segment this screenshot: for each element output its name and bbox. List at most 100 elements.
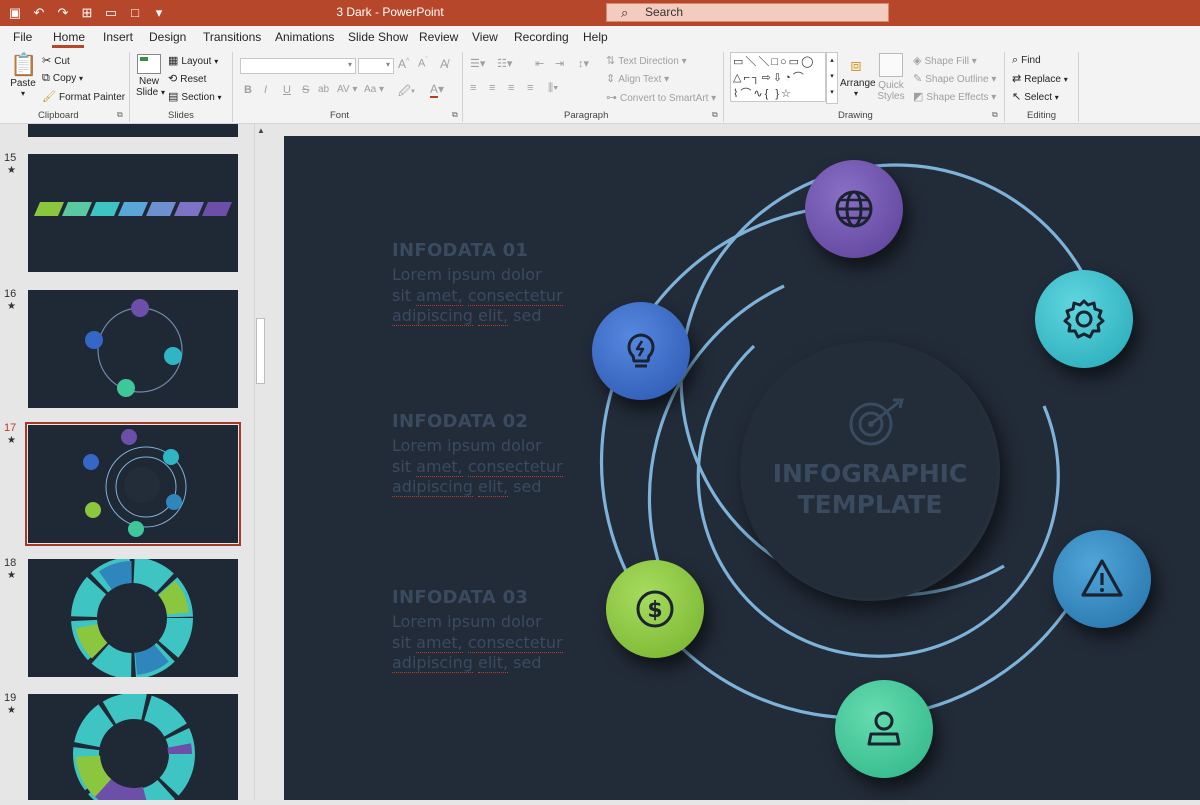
quick-styles-button[interactable]: Quick Styles <box>876 52 906 102</box>
copy-icon: ⧉ <box>42 72 50 84</box>
select-button[interactable]: ↖ Select ▾ <box>1012 90 1059 103</box>
node-globe[interactable] <box>805 160 903 258</box>
align-right-icon[interactable]: ≡ <box>508 82 514 94</box>
clear-format-icon[interactable]: A̸ <box>440 57 448 71</box>
node-dollar[interactable]: $ <box>606 560 704 658</box>
slide-thumbnail[interactable] <box>28 124 238 137</box>
align-text-icon: ⇕ <box>606 73 616 85</box>
align-text-button[interactable]: ⇕ Align Text ▾ <box>606 72 669 85</box>
arrange-icon: ⧈ <box>850 55 862 75</box>
tab-review[interactable]: Review <box>419 30 458 44</box>
tab-recording[interactable]: Recording <box>514 30 569 44</box>
convert-smartart-button[interactable]: ⊶ Convert to SmartArt ▾ <box>606 91 716 104</box>
new-slide-icon <box>137 54 161 74</box>
text-direction-button[interactable]: ⇅ Text Direction ▾ <box>606 54 687 67</box>
svg-text:$: $ <box>647 598 662 623</box>
animation-star-icon: ★ <box>7 570 16 581</box>
node-warning[interactable] <box>1053 530 1151 628</box>
dialog-launcher-icon[interactable]: ⧉ <box>117 110 123 120</box>
justify-icon[interactable]: ≡ <box>527 82 533 94</box>
highlight-icon[interactable]: 🖉▾ <box>398 82 415 103</box>
align-center-icon[interactable]: ≡ <box>489 82 495 94</box>
shapes-gallery[interactable]: ▭＼＼□○▭◯ △⌐┐⇨⇩◔⌒ ⌇⌒∿{ }☆ <box>730 52 826 102</box>
bullets-icon[interactable]: ☰▾ <box>470 57 485 70</box>
reset-icon: ⟲ <box>168 73 178 85</box>
editing-group-label: Editing <box>1027 110 1057 121</box>
node-gear[interactable] <box>1035 270 1133 368</box>
decrease-indent-icon[interactable]: ⇤ <box>535 57 544 70</box>
shrink-font-icon[interactable]: Aˇ <box>418 57 428 70</box>
globe-icon <box>835 190 873 228</box>
copy-button[interactable]: ⧉ Copy ▾ <box>42 72 83 85</box>
tab-file[interactable]: File <box>13 30 32 44</box>
tab-animations[interactable]: Animations <box>275 30 334 44</box>
dialog-launcher-icon[interactable]: ⧉ <box>992 110 998 120</box>
shapes-scroll[interactable]: ▴ ▾ ▾ <box>826 52 838 104</box>
search-box[interactable]: ⌕ Search <box>606 3 889 22</box>
brush-icon: 🖌 <box>42 91 56 103</box>
slide-thumbnail-17[interactable] <box>28 425 238 543</box>
grow-font-icon[interactable]: A^ <box>398 57 409 71</box>
tab-design[interactable]: Design <box>149 30 186 44</box>
slide-thumbnail-18[interactable] <box>28 557 238 679</box>
layout-button[interactable]: ▦ Layout ▾ <box>168 54 218 67</box>
find-button[interactable]: ⌕ Find <box>1012 54 1041 67</box>
tab-insert[interactable]: Insert <box>103 30 133 44</box>
strikethrough-button[interactable]: S <box>302 84 309 96</box>
reset-button[interactable]: ⟲ Reset <box>168 72 206 85</box>
paragraph-group-label: Paragraph <box>564 110 609 121</box>
numbering-icon[interactable]: ☷▾ <box>497 57 512 70</box>
scroll-up-icon[interactable]: ▲ <box>257 126 265 135</box>
thumbnail-scrollbar[interactable]: ▲ <box>254 124 269 800</box>
slide-number: 16 <box>4 288 17 300</box>
tab-view[interactable]: View <box>472 30 498 44</box>
section-icon: ▤ <box>168 91 179 103</box>
char-spacing-icon[interactable]: AV ▾ <box>337 84 357 95</box>
paste-button[interactable]: 📋 Paste ▾ <box>10 52 37 98</box>
shape-outline-button[interactable]: ✎ Shape Outline ▾ <box>913 72 996 85</box>
cut-button[interactable]: ✂ Cut <box>42 54 70 67</box>
animation-star-icon: ★ <box>7 435 16 446</box>
underline-button[interactable]: U <box>283 84 291 96</box>
format-painter-button[interactable]: 🖌 Format Painter <box>42 90 125 103</box>
replace-button[interactable]: ⇄ Replace ▾ <box>1012 72 1068 85</box>
slide-thumbnail-15[interactable] <box>28 154 238 272</box>
tab-help[interactable]: Help <box>583 30 608 44</box>
new-slide-button[interactable]: New Slide ▾ <box>136 52 165 98</box>
increase-indent-icon[interactable]: ⇥ <box>555 57 564 70</box>
align-left-icon[interactable]: ≡ <box>470 82 476 94</box>
bold-button[interactable]: B <box>244 84 252 96</box>
font-name-combo[interactable]: ▾ <box>240 58 356 74</box>
tab-transitions[interactable]: Transitions <box>203 30 261 44</box>
node-lightbulb[interactable] <box>592 302 690 400</box>
shape-fill-button[interactable]: ◈ Shape Fill ▾ <box>913 54 977 67</box>
columns-icon[interactable]: ⫼▾ <box>548 82 558 95</box>
slide-thumbnail-16[interactable] <box>28 290 238 408</box>
scissors-icon: ✂ <box>42 55 52 67</box>
shape-effects-button[interactable]: ◩ Shape Effects ▾ <box>913 90 996 103</box>
text-shadow-icon[interactable]: ab <box>318 84 329 95</box>
node-user[interactable] <box>835 680 933 778</box>
tab-home[interactable]: Home <box>53 30 85 44</box>
clipboard-group-label: Clipboard <box>38 110 79 121</box>
section-button[interactable]: ▤ Section ▾ <box>168 90 222 103</box>
tab-slide-show[interactable]: Slide Show <box>348 30 408 44</box>
slide-thumbnail-19[interactable] <box>28 693 238 805</box>
change-case-button[interactable]: Aa ▾ <box>364 84 384 95</box>
line-spacing-icon[interactable]: ↕▾ <box>578 57 589 70</box>
dollar-icon: $ <box>636 590 674 628</box>
drawing-group-label: Drawing <box>838 110 873 121</box>
search-icon: ⌕ <box>1012 54 1019 66</box>
slide-canvas[interactable]: INFODATA 01 Lorem ipsum dolor sit amet, … <box>284 136 1200 800</box>
font-color-icon[interactable]: A▾ <box>430 82 444 98</box>
target-icon <box>849 398 904 446</box>
smartart-icon: ⊶ <box>606 92 617 104</box>
italic-button[interactable]: I <box>264 84 267 96</box>
dialog-launcher-icon[interactable]: ⧉ <box>452 110 458 120</box>
cursor-icon: ↖ <box>1012 91 1022 103</box>
font-size-combo[interactable]: ▾ <box>358 58 394 74</box>
dialog-launcher-icon[interactable]: ⧉ <box>712 110 718 120</box>
scrollbar-thumb[interactable] <box>256 318 265 384</box>
slide-number: 19 <box>4 692 17 704</box>
arrange-button[interactable]: ⧈ Arrange ▾ <box>840 52 876 98</box>
